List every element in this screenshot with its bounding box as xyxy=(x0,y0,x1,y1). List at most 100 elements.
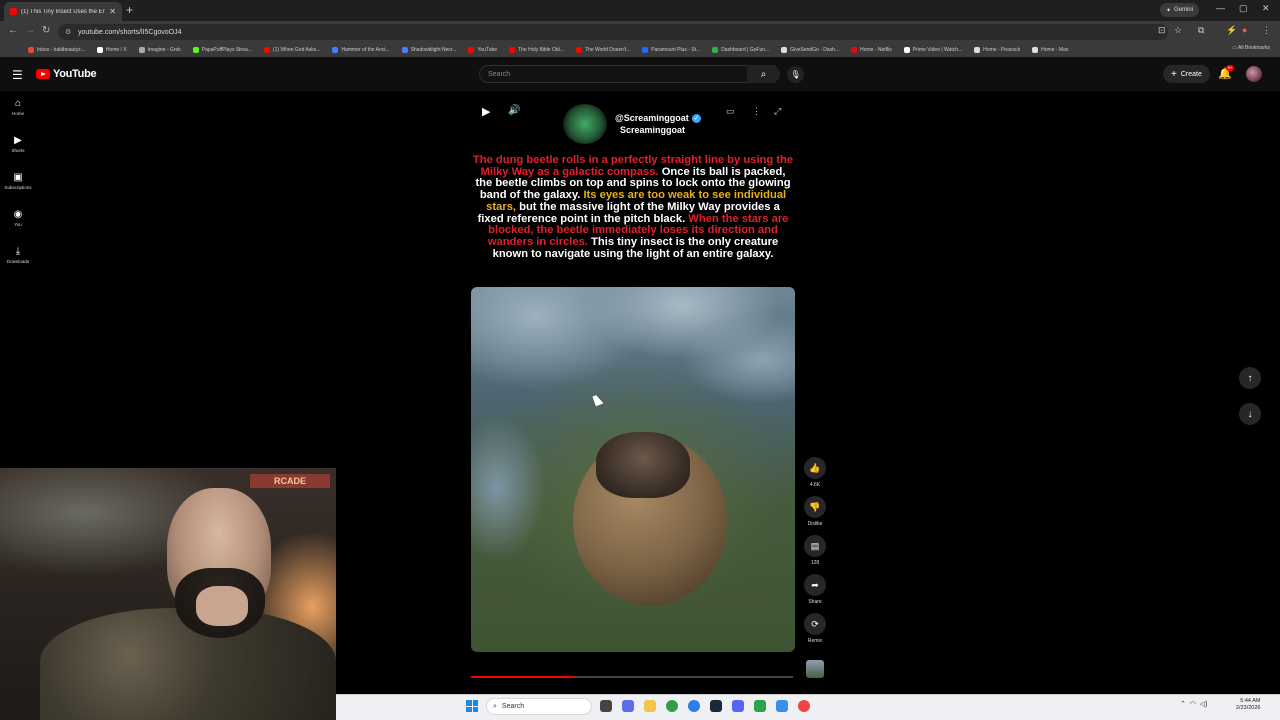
back-icon[interactable]: ← xyxy=(8,25,18,36)
next-short-button[interactable]: ↓ xyxy=(1239,403,1261,425)
bookmark-label: (1) When God Asks... xyxy=(272,47,321,53)
steam-icon[interactable] xyxy=(710,700,722,712)
voice-search-button[interactable]: 🎙 xyxy=(787,66,804,83)
previous-short-button[interactable]: ↑ xyxy=(1239,367,1261,389)
tray-chevron-icon[interactable]: ⌃ xyxy=(1180,701,1186,708)
bookmark-item[interactable]: Paramount Plus - St... xyxy=(642,47,700,53)
nav-item-downloads[interactable]: ⤓ Downloads xyxy=(0,246,36,264)
gemini-sparkle-icon: ✦ xyxy=(1166,7,1172,14)
all-bookmarks-button[interactable]: ▭ All Bookmarks xyxy=(1232,45,1270,51)
volume-icon[interactable]: 🔊 xyxy=(508,105,520,116)
comments-button[interactable]: ▤ 128 xyxy=(803,535,827,566)
install-app-icon[interactable]: ⊡ xyxy=(1158,25,1166,36)
bookmark-favicon-icon xyxy=(851,47,858,53)
progress-bar-fill xyxy=(471,676,575,678)
shorts-icon: ▶ xyxy=(14,135,22,146)
taskbar-clock[interactable]: 5:44 AM 2/23/2026 xyxy=(1236,698,1260,712)
app-icon[interactable] xyxy=(754,700,766,712)
nav-item-subscriptions[interactable]: ▣ Subscriptions xyxy=(0,172,36,190)
search-button[interactable]: ⌕ xyxy=(747,65,780,83)
thumbs-down-icon: 👎 xyxy=(804,496,826,518)
volume-tray-icon[interactable]: ◁) xyxy=(1200,701,1208,708)
nav-item-shorts[interactable]: ▶ Shorts xyxy=(0,135,36,153)
microphone-icon: 🎙 xyxy=(790,70,801,79)
split-view-icon[interactable]: ⧉ xyxy=(1198,25,1204,36)
downloads-icon: ⤓ xyxy=(15,246,21,257)
account-avatar[interactable] xyxy=(1246,66,1262,82)
minimize-icon[interactable]: — xyxy=(1216,3,1225,13)
site-info-icon[interactable]: ⚙ xyxy=(65,28,71,36)
bookmark-item[interactable]: The World Doesn't... xyxy=(575,47,630,53)
bookmark-item[interactable]: Hammer of the Anci... xyxy=(332,47,390,53)
bookmark-item[interactable]: YouTube xyxy=(468,47,497,53)
bookmark-star-icon[interactable]: ☆ xyxy=(1174,25,1182,36)
close-window-icon[interactable]: ✕ xyxy=(1262,3,1270,14)
channel-name[interactable]: Screaminggoat xyxy=(620,125,685,135)
maximize-icon[interactable]: ▢ xyxy=(1239,3,1248,14)
chrome-icon[interactable] xyxy=(666,700,678,712)
extensions-icon[interactable]: ⚡ xyxy=(1226,25,1237,36)
wifi-icon[interactable]: ◠ xyxy=(1190,701,1196,708)
bookmark-label: Home - Netflix xyxy=(860,47,892,53)
chrome-active-icon[interactable] xyxy=(798,700,810,712)
bookmark-item[interactable]: Inbox - baldbeautyz... xyxy=(28,47,85,53)
file-explorer-icon[interactable] xyxy=(644,700,656,712)
comment-count: 128 xyxy=(810,560,820,566)
address-bar[interactable]: ⚙ youtube.com/shorts/lI5CgovoOJ4 xyxy=(58,24,1168,40)
dung-beetle xyxy=(596,432,690,498)
app-icon-2[interactable] xyxy=(776,700,788,712)
play-icon[interactable]: ▶ xyxy=(482,105,490,118)
channel-handle[interactable]: @Screaminggoat ✓ xyxy=(615,113,701,123)
taskbar-search-box[interactable]: ⌕ Search xyxy=(486,698,592,715)
search-input[interactable]: Search xyxy=(479,65,775,83)
bookmark-label: Dashboard | GoFun... xyxy=(721,47,770,53)
browser-tab-active[interactable]: (1) This Tiny Insect Uses the En ✕ xyxy=(4,2,122,21)
bookmark-item[interactable]: Imagine - Grok xyxy=(138,47,181,53)
bookmark-favicon-icon xyxy=(468,47,475,53)
bookmark-item[interactable]: (1) When God Asks... xyxy=(263,47,321,53)
system-tray[interactable]: ⌃ ◠ ◁) xyxy=(1180,700,1207,708)
task-view-icon[interactable] xyxy=(600,700,612,712)
channel-avatar[interactable] xyxy=(563,104,607,144)
close-tab-icon[interactable]: ✕ xyxy=(109,7,116,16)
bookmark-item[interactable]: Dashboard | GoFun... xyxy=(712,47,769,53)
create-button[interactable]: + Create xyxy=(1163,65,1210,83)
bookmark-item[interactable]: Home - Netflix xyxy=(851,47,892,53)
bookmark-item[interactable]: Home - Max xyxy=(1032,47,1068,53)
profile-icon[interactable]: ● xyxy=(1242,25,1247,35)
like-button[interactable]: 👍 4.6K xyxy=(803,457,827,488)
nav-item-home[interactable]: ⌂ Home xyxy=(0,98,36,116)
bookmark-label: Imagine - Grok xyxy=(147,47,181,53)
sound-thumbnail[interactable] xyxy=(806,660,824,678)
remix-button[interactable]: ⟳ Remix xyxy=(803,613,827,644)
all-bookmarks-label: All Bookmarks xyxy=(1238,45,1270,51)
dislike-button[interactable]: 👎 Dislike xyxy=(803,496,827,527)
copilot-icon[interactable] xyxy=(622,700,634,712)
bookmark-item[interactable]: Home - Peacock xyxy=(974,47,1020,53)
windows-start-icon[interactable] xyxy=(466,700,478,712)
bookmark-item[interactable]: Prime Video | Watch... xyxy=(903,47,962,53)
fullscreen-icon[interactable]: ⤢ xyxy=(774,106,781,117)
discord-icon[interactable] xyxy=(732,700,744,712)
new-tab-button[interactable]: + xyxy=(126,3,133,17)
youtube-logo[interactable]: YouTube xyxy=(36,68,97,80)
edge-icon[interactable] xyxy=(688,700,700,712)
arrow-down-icon: ↓ xyxy=(1247,408,1253,420)
bookmark-item[interactable]: Shadowblight Necr... xyxy=(401,47,456,53)
notification-badge: 9+ xyxy=(1226,65,1234,71)
more-options-icon[interactable]: ⋮ xyxy=(752,106,761,117)
bookmark-item[interactable]: The Holy Bible Old... xyxy=(509,47,564,53)
forward-icon[interactable]: → xyxy=(25,25,35,36)
url-text: youtube.com/shorts/lI5CgovoOJ4 xyxy=(78,28,182,36)
bookmark-item[interactable]: Home / X xyxy=(96,47,127,53)
hamburger-menu-icon[interactable]: ☰ xyxy=(12,68,23,82)
verified-badge-icon: ✓ xyxy=(691,113,701,123)
captions-icon[interactable]: ▭ xyxy=(726,106,735,117)
reload-icon[interactable]: ↻ xyxy=(42,25,50,36)
bookmark-item[interactable]: GiveSendGo - Dash... xyxy=(781,47,839,53)
bookmark-item[interactable]: PapaPuffPlays Strea... xyxy=(192,47,252,53)
nav-item-you[interactable]: ◉ You xyxy=(0,209,36,227)
gemini-button[interactable]: ✦ Gemini xyxy=(1160,3,1200,17)
menu-kebab-icon[interactable]: ⋮ xyxy=(1262,25,1271,36)
share-button[interactable]: ➦ Share xyxy=(803,574,827,605)
